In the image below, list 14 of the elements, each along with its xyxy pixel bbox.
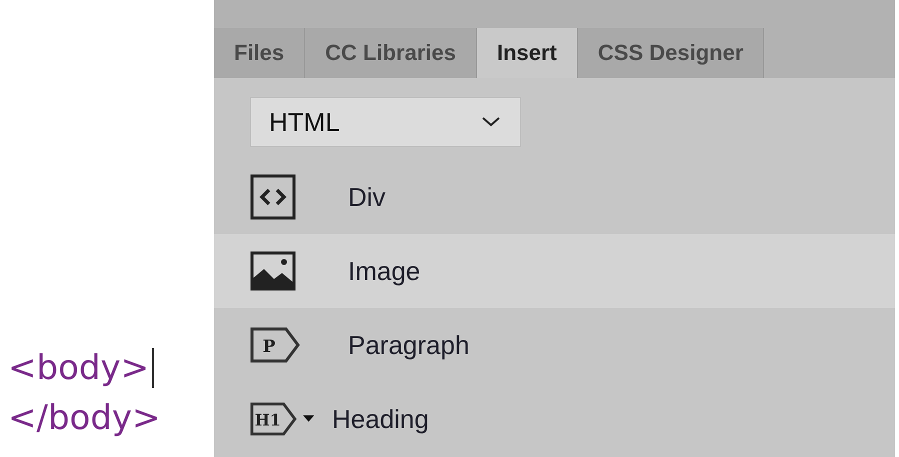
code-line: </body> — [8, 397, 161, 440]
code-brackets-icon — [250, 174, 296, 220]
panel-tab[interactable]: Files — [214, 28, 306, 78]
insert-item[interactable]: Image — [214, 234, 895, 308]
tag-icon: P — [250, 327, 300, 363]
panel-tab[interactable]: CC Libraries — [305, 28, 477, 78]
tag-icon: H1 — [250, 401, 297, 437]
category-dropdown[interactable]: HTML — [250, 97, 521, 147]
code-line: <body> — [8, 347, 150, 390]
caret-icon[interactable] — [302, 415, 314, 423]
image-icon — [250, 251, 296, 291]
panel-tab[interactable]: Insert — [476, 28, 578, 78]
panel-tab[interactable]: CSS Designer — [578, 28, 764, 78]
chevron-down-icon — [482, 117, 500, 127]
